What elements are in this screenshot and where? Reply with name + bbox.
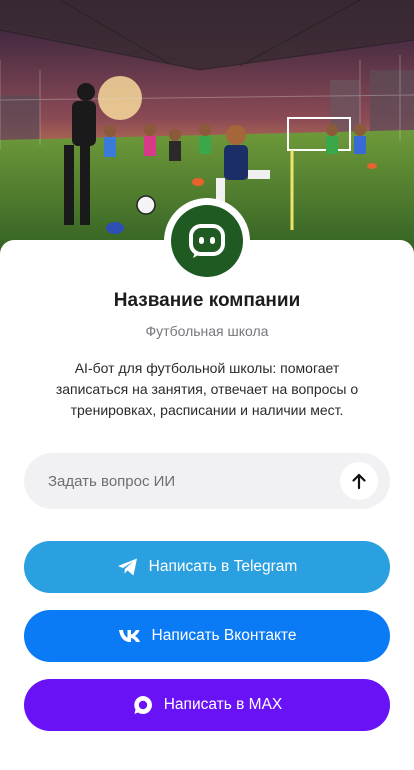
- telegram-icon: [117, 557, 139, 577]
- company-logo: [164, 198, 250, 284]
- ask-ai-field: [24, 453, 390, 509]
- max-button[interactable]: Написать в MAX: [24, 679, 390, 731]
- chat-bot-icon: [171, 205, 243, 277]
- telegram-button-label: Написать в Telegram: [148, 558, 298, 575]
- vk-icon: [118, 628, 142, 644]
- vk-button-label: Написать Вконтакте: [151, 627, 297, 644]
- max-button-label: Написать в MAX: [163, 696, 283, 713]
- vk-button[interactable]: Написать Вконтакте: [24, 610, 390, 662]
- company-name: Название компании: [113, 290, 301, 311]
- max-icon: [132, 694, 154, 716]
- telegram-button[interactable]: Написать в Telegram: [24, 541, 390, 593]
- company-description: AI-бот для футбольной школы: помогает за…: [55, 360, 359, 418]
- ask-ai-input[interactable]: [48, 453, 348, 509]
- send-button[interactable]: [340, 462, 378, 500]
- arrow-up-icon: [350, 472, 368, 490]
- company-category: Футбольная школа: [145, 323, 269, 339]
